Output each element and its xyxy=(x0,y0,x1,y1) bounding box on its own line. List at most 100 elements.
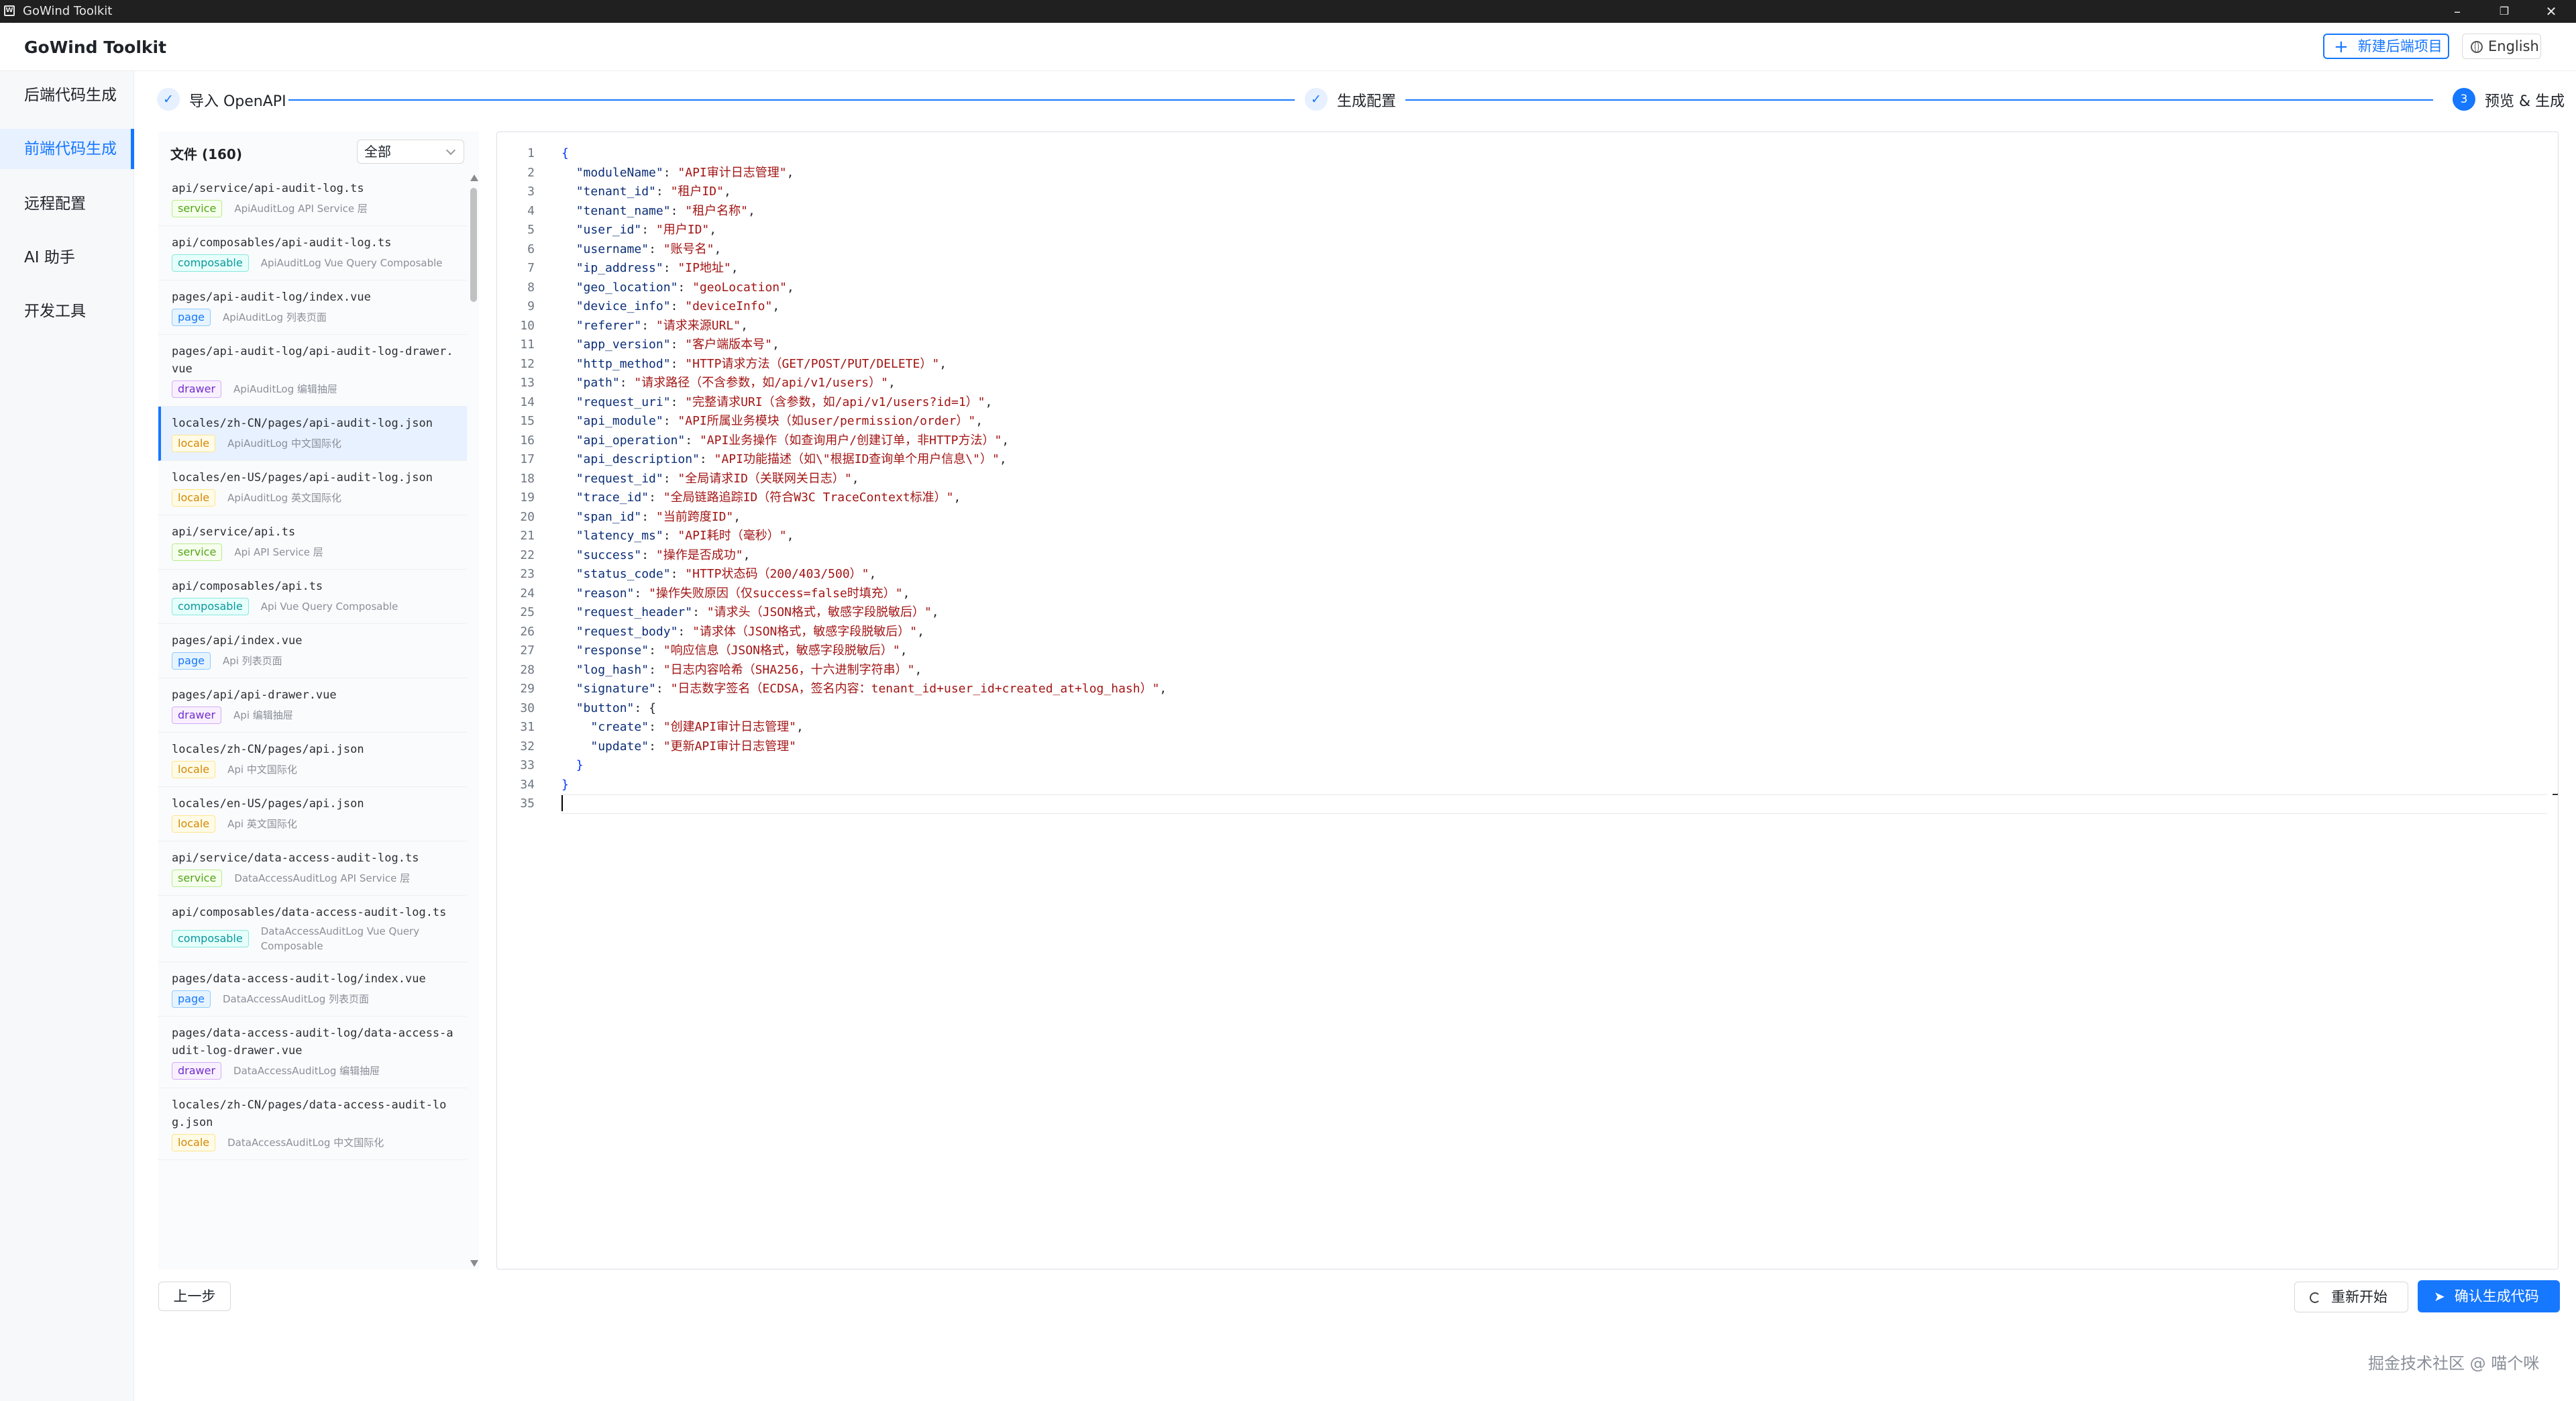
confirm-generate-button[interactable]: ➤ 确认生成代码 xyxy=(2418,1280,2560,1312)
line-number: 29 xyxy=(520,682,535,696)
app-brand: GoWind Toolkit xyxy=(24,38,167,57)
code-editor[interactable]: 1 2 3 4 5 6 7 8 9 10 11 12 13 14 15 16 17 18 19 20 21 22 23 24 2… xyxy=(496,132,2559,1269)
code-line: "button": { xyxy=(576,701,656,715)
step-generate-config[interactable]: 生成配置 xyxy=(1337,89,1396,111)
file-type-tag: page xyxy=(172,990,211,1008)
code-line: "update": "更新API审计日志管理" xyxy=(590,739,796,754)
file-list-item[interactable]: pages/api-audit-log/index.vue page ApiAudi… xyxy=(158,280,467,335)
file-meta: page Api 列表页面 xyxy=(172,652,455,670)
sidebar-item-dev-tools[interactable]: 开发工具 xyxy=(0,291,134,331)
file-filter-select[interactable]: 全部 xyxy=(357,140,464,164)
file-type-tag: locale xyxy=(172,761,216,778)
file-type-tag: page xyxy=(172,652,211,670)
file-type-tag: drawer xyxy=(172,380,222,398)
line-number: 2 xyxy=(527,165,535,180)
file-list-item[interactable]: locales/zh-CN/pages/api.json locale Api 中文… xyxy=(158,733,467,787)
file-list-item[interactable]: api/composables/api.ts composable Api Vue … xyxy=(158,570,467,624)
code-line: "http_method": "HTTP请求方法（GET/POST/PUT/DE… xyxy=(576,356,947,371)
code-line: "user_id": "用户ID", xyxy=(576,223,717,237)
scroll-down-icon[interactable] xyxy=(470,1260,478,1267)
step-import-openapi[interactable]: 导入 OpenAPI xyxy=(189,89,286,111)
file-meta: drawer Api 编辑抽屉 xyxy=(172,707,455,724)
restart-button[interactable]: 重新开始 xyxy=(2294,1282,2408,1312)
code-line: "success": "操作是否成功", xyxy=(576,548,751,562)
window-titlebar: W GoWind Toolkit – ❐ ✕ xyxy=(0,0,2576,23)
restore-icon[interactable]: ❐ xyxy=(2481,0,2528,23)
line-number: 26 xyxy=(520,624,535,639)
line-number: 9 xyxy=(527,299,535,313)
file-path: locales/zh-CN/pages/data-access-audit-lo… xyxy=(172,1098,447,1129)
file-path: api/service/api-audit-log.ts xyxy=(172,182,364,195)
step-preview-generate[interactable]: 预览 & 生成 xyxy=(2485,89,2565,111)
file-description: DataAccessAuditLog 编辑抽屉 xyxy=(233,1065,380,1077)
wizard-steps: ✓ 导入 OpenAPI ✓ 生成配置 3 预览 & 生成 xyxy=(134,71,2576,132)
line-number: 20 xyxy=(520,509,535,524)
file-type-tag: locale xyxy=(172,1134,216,1151)
file-list-item[interactable]: api/service/api-audit-log.ts service ApiAu… xyxy=(158,172,467,226)
file-list-item[interactable]: api/composables/data-access-audit-log.ts… xyxy=(158,896,467,962)
send-icon: ➤ xyxy=(2434,1288,2445,1304)
sidebar-item-remote-config[interactable]: 远程配置 xyxy=(0,184,134,224)
file-list-item[interactable]: pages/api/index.vue page Api 列表页面 xyxy=(158,624,467,678)
file-meta: service DataAccessAuditLog API Service 层 xyxy=(172,870,455,887)
code-line: "log_hash": "日志内容哈希（SHA256，十六进制字符串）", xyxy=(576,662,922,677)
sidebar-item-frontend-codegen[interactable]: 前端代码生成 xyxy=(0,129,134,169)
file-list-item[interactable]: pages/api/api-drawer.vue drawer Api 编辑抽屉 xyxy=(158,678,467,733)
file-list-item[interactable]: locales/zh-CN/pages/data-access-audit-lo… xyxy=(158,1088,467,1160)
close-icon[interactable]: ✕ xyxy=(2528,0,2575,23)
file-list-item[interactable]: pages/data-access-audit-log/data-access-… xyxy=(158,1017,467,1088)
file-type-tag: locale xyxy=(172,435,216,452)
check-icon: ✓ xyxy=(1305,88,1328,111)
scroll-up-icon[interactable] xyxy=(470,174,478,181)
refresh-icon xyxy=(2310,1292,2320,1303)
file-type-tag: locale xyxy=(172,815,216,833)
code-line: "device_info": "deviceInfo", xyxy=(576,299,780,313)
line-number-gutter: 1 2 3 4 5 6 7 8 9 10 11 12 13 14 15 16 17 18 19 20 21 22 23 24 2… xyxy=(497,144,535,814)
file-meta: composable ApiAuditLog Vue Query Composab… xyxy=(172,254,455,272)
file-list-item[interactable]: locales/en-US/pages/api.json locale Api 英文… xyxy=(158,787,467,841)
line-number: 17 xyxy=(520,452,535,466)
file-description: ApiAuditLog 中文国际化 xyxy=(227,437,341,450)
line-number: 18 xyxy=(520,471,535,486)
code-line: "tenant_name": "租户名称", xyxy=(576,203,755,218)
file-path: pages/api-audit-log/index.vue xyxy=(172,291,371,304)
file-list[interactable]: api/service/api-audit-log.ts service ApiAu… xyxy=(158,172,467,1269)
file-list-item[interactable]: api/service/api.ts service Api API Service… xyxy=(158,515,467,570)
line-number: 6 xyxy=(527,242,535,256)
file-type-tag: locale xyxy=(172,489,216,507)
file-list-item[interactable]: api/composables/api-audit-log.ts composab… xyxy=(158,226,467,280)
file-meta: locale DataAccessAuditLog 中文国际化 xyxy=(172,1134,455,1151)
file-list-item[interactable]: pages/api-audit-log/api-audit-log-drawer… xyxy=(158,335,467,407)
scrollbar-thumb[interactable] xyxy=(470,188,477,302)
file-meta: service Api API Service 层 xyxy=(172,543,455,561)
new-backend-project-button[interactable]: + 新建后端项目 xyxy=(2323,34,2449,59)
minimize-icon[interactable]: – xyxy=(2434,0,2481,23)
file-list-item[interactable]: locales/zh-CN/pages/api-audit-log.json lo… xyxy=(158,407,467,461)
file-list-item[interactable]: api/service/data-access-audit-log.ts serv… xyxy=(158,841,467,896)
file-meta: composable Api Vue Query Composable xyxy=(172,598,455,615)
file-list-scrollbar[interactable] xyxy=(468,172,479,1269)
line-number: 11 xyxy=(520,338,535,352)
file-meta: drawer ApiAuditLog 编辑抽屉 xyxy=(172,380,455,398)
file-description: Api API Service 层 xyxy=(234,546,323,558)
file-description: Api 编辑抽屉 xyxy=(233,709,293,721)
text-cursor xyxy=(561,795,563,811)
restart-label: 重新开始 xyxy=(2331,1289,2387,1305)
code-line: "geo_location": "geoLocation", xyxy=(576,280,794,295)
watermark: 掘金技术社区 @ 喵个咪 xyxy=(2368,1354,2540,1373)
file-meta: page ApiAuditLog 列表页面 xyxy=(172,309,455,326)
file-list-item[interactable]: locales/en-US/pages/api-audit-log.json lo… xyxy=(158,461,467,515)
code-content[interactable]: { "moduleName": "API审计日志管理", "tenant_id"… xyxy=(561,144,2547,814)
code-line: "latency_ms": "API耗时（毫秒）", xyxy=(576,529,794,543)
code-line: "moduleName": "API审计日志管理", xyxy=(576,165,794,180)
language-switch-button[interactable]: English xyxy=(2462,34,2541,59)
file-meta: locale Api 英文国际化 xyxy=(172,815,455,833)
sidebar-item-ai-assistant[interactable]: AI 助手 xyxy=(0,238,134,278)
sidebar-item-backend-codegen[interactable]: 后端代码生成 xyxy=(0,75,134,115)
file-path: api/composables/api-audit-log.ts xyxy=(172,236,392,250)
file-path: locales/zh-CN/pages/api.json xyxy=(172,743,364,756)
code-line: "api_module": "API所属业务模块（如user/permissio… xyxy=(576,414,983,428)
file-list-item[interactable]: pages/data-access-audit-log/index.vue pag… xyxy=(158,962,467,1017)
line-number: 1 xyxy=(527,146,535,160)
previous-step-button[interactable]: 上一步 xyxy=(158,1282,231,1311)
